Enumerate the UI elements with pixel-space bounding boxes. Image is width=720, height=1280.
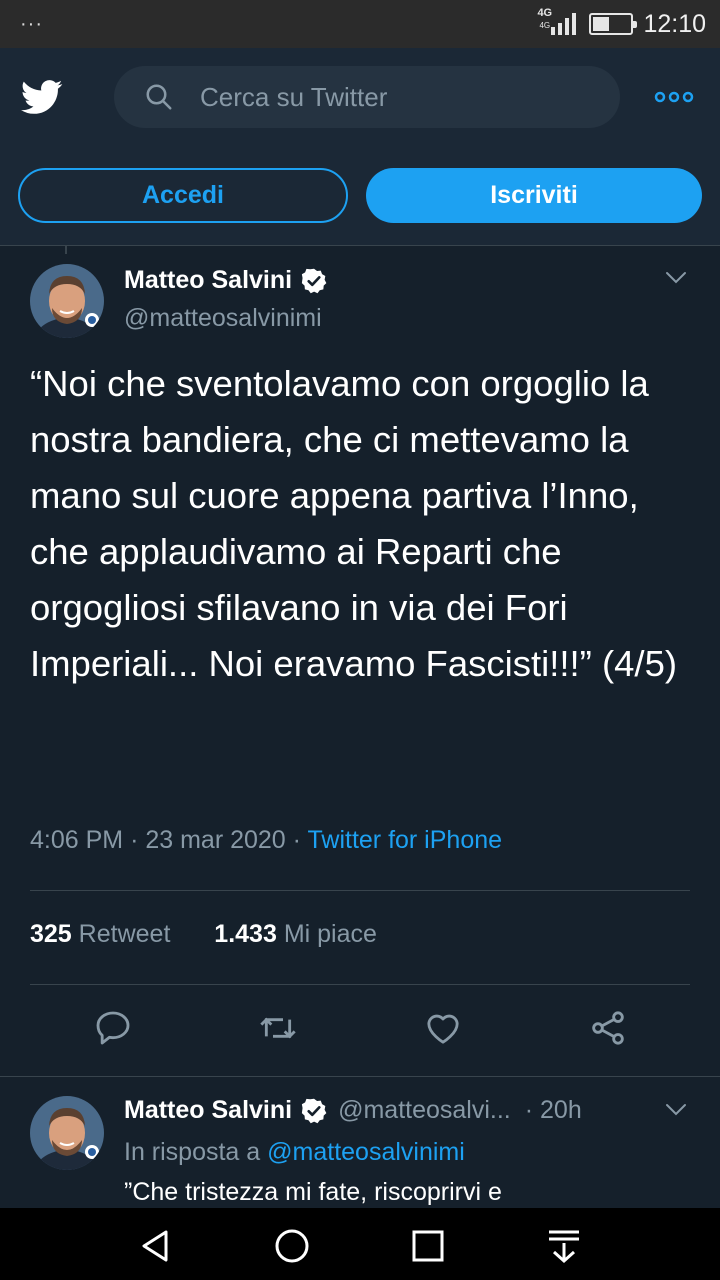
recents-icon[interactable] — [408, 1226, 448, 1266]
back-icon[interactable] — [136, 1226, 176, 1266]
reply-context: In risposta a @matteosalvinimi — [124, 1138, 465, 1167]
chevron-down-icon[interactable] — [664, 270, 688, 286]
reply-time: · 20h — [524, 1096, 582, 1124]
search-placeholder: Cerca su Twitter — [200, 81, 388, 112]
search-icon — [146, 84, 172, 110]
more-icon[interactable] — [654, 88, 694, 106]
divider — [30, 890, 690, 891]
tweet-date[interactable]: 23 mar 2020 — [145, 826, 285, 854]
retweet-icon[interactable] — [258, 1008, 298, 1048]
reply-text: ”Che tristezza mi fate, riscoprirvi e — [124, 1178, 502, 1206]
network-type-sub: 4G — [539, 21, 551, 30]
reply-icon[interactable] — [93, 1008, 133, 1048]
tweet-source-link[interactable]: Twitter for iPhone — [308, 826, 503, 854]
signup-button[interactable]: Iscriviti — [366, 168, 702, 223]
tweet-stats: 325 Retweet 1.433 Mi piace — [30, 920, 377, 949]
battery-icon — [589, 13, 638, 35]
tweet-author-handle[interactable]: @matteosalvinimi — [124, 304, 322, 333]
app-header: Cerca su Twitter Accedi Iscriviti — [0, 48, 720, 246]
login-button[interactable]: Accedi — [18, 168, 348, 223]
reply-author-handle[interactable]: @matteosalvi... — [338, 1096, 511, 1125]
signal-icon: 4G 4G — [537, 7, 579, 39]
chevron-down-icon[interactable] — [664, 1102, 688, 1118]
home-icon[interactable] — [272, 1226, 312, 1266]
likes-label: Mi piace — [283, 920, 377, 948]
tweet-text: “Noi che sventolavamo con orgoglio la no… — [30, 363, 678, 684]
divider — [30, 984, 690, 985]
verified-icon — [301, 1098, 327, 1123]
tweet-meta: 4:06 PM · 23 mar 2020 · Twitter for iPho… — [30, 826, 502, 855]
likes-stat[interactable]: 1.433 Mi piace — [214, 920, 377, 948]
share-icon[interactable] — [588, 1008, 628, 1048]
status-menu-dots: ··· — [20, 12, 43, 35]
android-nav-bar — [0, 1208, 720, 1280]
likes-count: 1.433 — [214, 920, 277, 948]
tweet-author-name[interactable]: Matteo Salvini — [124, 266, 328, 295]
notifications-icon[interactable] — [544, 1226, 584, 1266]
reply-header: Matteo Salvini @matteosalvi... · 20h — [124, 1096, 582, 1125]
search-input[interactable]: Cerca su Twitter — [114, 66, 620, 128]
network-type: 4G — [537, 7, 553, 19]
reply-mention-link[interactable]: @matteosalvinimi — [267, 1138, 465, 1166]
tweet-separator — [0, 1076, 720, 1077]
reply-author-name[interactable]: Matteo Salvini — [124, 1096, 292, 1125]
tweet-time: 4:06 PM — [30, 826, 124, 854]
retweets-stat[interactable]: 325 Retweet — [30, 920, 170, 948]
tweet-actions — [0, 1008, 720, 1054]
status-bar: ··· 4G 4G 12:10 — [0, 0, 720, 48]
retweets-label: Retweet — [78, 920, 171, 948]
avatar[interactable] — [30, 264, 104, 338]
retweets-count: 325 — [30, 920, 72, 948]
thread-line — [65, 246, 67, 254]
reply-avatar[interactable] — [30, 1096, 104, 1170]
twitter-bird-icon[interactable] — [18, 76, 66, 118]
author-name-text: Matteo Salvini — [124, 266, 293, 294]
meta-separator: · — [130, 826, 139, 854]
reply-context-label: In risposta a — [124, 1138, 261, 1166]
meta-separator: · — [292, 826, 301, 854]
verified-icon — [301, 268, 327, 293]
status-time: 12:10 — [643, 9, 706, 38]
like-icon[interactable] — [423, 1008, 463, 1048]
